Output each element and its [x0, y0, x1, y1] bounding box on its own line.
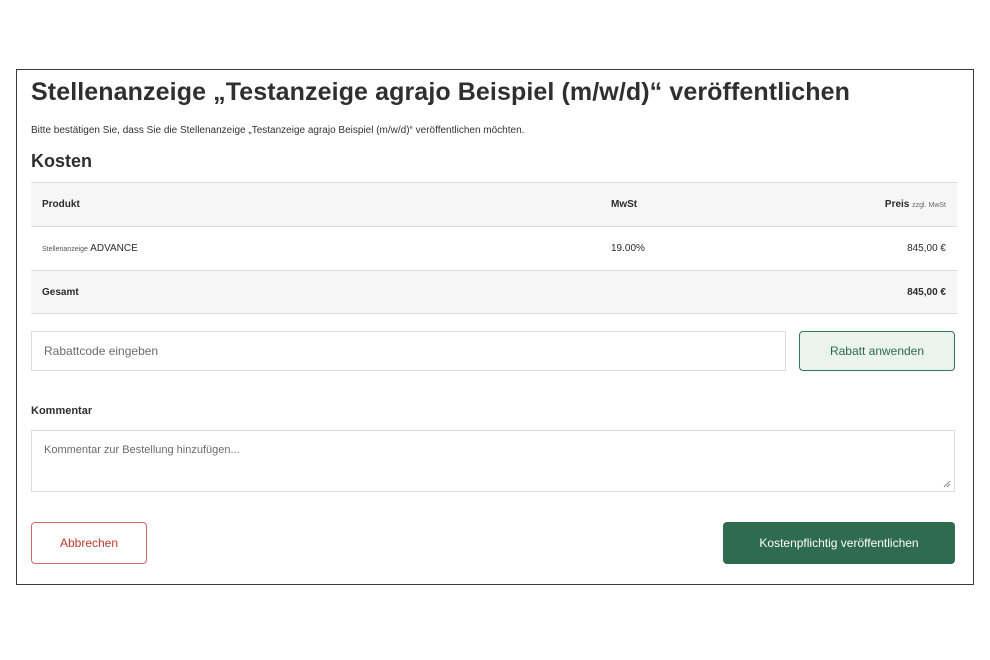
resize-handle-icon[interactable] — [943, 480, 951, 488]
comment-label: Kommentar — [31, 405, 93, 417]
table-header-row: Produkt MwSt Preis zzgl. MwSt — [31, 182, 957, 226]
comment-placeholder: Kommentar zur Bestellung hinzufügen... — [44, 444, 240, 456]
item-product-prefix: Stellenanzeige — [42, 246, 88, 253]
table-row: Stellenanzeige ADVANCE 19.00% 845,00 € — [31, 226, 957, 270]
costs-table: Produkt MwSt Preis zzgl. MwSt Stellenanz… — [31, 182, 957, 314]
costs-section-title: Kosten — [31, 151, 93, 171]
dialog-title: Stellenanzeige „Testanzeige agrajo Beisp… — [31, 78, 851, 106]
cancel-button[interactable]: Abbrechen — [31, 522, 147, 564]
apply-discount-button[interactable]: Rabatt anwenden — [799, 331, 955, 371]
discount-code-input[interactable]: Rabattcode eingeben — [31, 331, 786, 371]
header-price: Preis zzgl. MwSt — [885, 183, 946, 228]
header-vat: MwSt — [611, 199, 638, 210]
total-label: Gesamt — [42, 287, 79, 298]
publish-paid-button[interactable]: Kostenpflichtig veröffentlichen — [723, 522, 955, 564]
item-price: 845,00 € — [907, 243, 946, 254]
header-price-label: Preis — [884, 199, 910, 210]
comment-textarea[interactable]: Kommentar zur Bestellung hinzufügen... — [31, 430, 955, 492]
total-price: 845,00 € — [907, 287, 946, 298]
header-price-suffix: zzgl. MwSt — [912, 202, 946, 209]
publish-dialog: Stellenanzeige „Testanzeige agrajo Beisp… — [16, 69, 974, 585]
dialog-subtitle: Bitte bestätigen Sie, dass Sie die Stell… — [31, 125, 525, 136]
table-total-row: Gesamt 845,00 € — [31, 270, 957, 314]
item-product-name: ADVANCE — [90, 243, 138, 254]
header-product: Produkt — [42, 199, 80, 210]
item-product: Stellenanzeige ADVANCE — [42, 227, 138, 272]
item-vat: 19.00% — [611, 243, 645, 254]
